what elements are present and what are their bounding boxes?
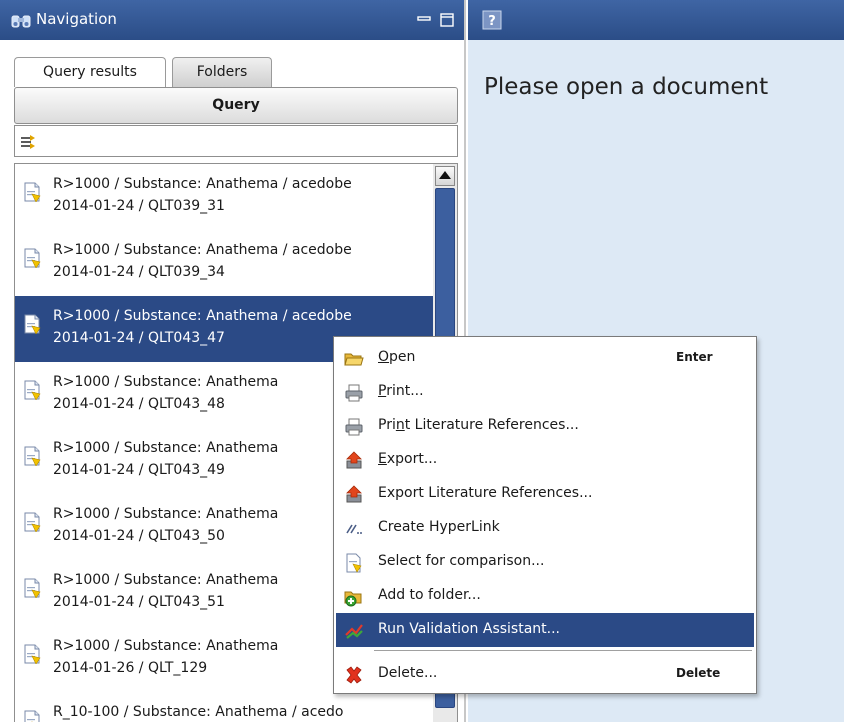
- printer-icon: [344, 383, 364, 403]
- menu-label-text: t Literature References...: [404, 417, 579, 433]
- menu-label-text: Pri: [378, 417, 396, 433]
- filter-bar[interactable]: [14, 125, 458, 157]
- menu-label-text: Add to folder...: [378, 587, 481, 603]
- list-item-subtitle: 2014-01-24 / QLT043_48: [53, 396, 225, 412]
- list-item[interactable]: R_10-100 / Substance: Anathema / acedo: [15, 692, 433, 722]
- menu-label-text: Select for comparison...: [378, 553, 545, 569]
- menu-item-export[interactable]: Export...: [336, 443, 754, 477]
- menu-shortcut: Delete: [676, 666, 721, 680]
- list-item[interactable]: R>1000 / Substance: Anathema / acedobe 20…: [15, 230, 433, 296]
- menu-item-print-literature-references[interactable]: Print Literature References...: [336, 409, 754, 443]
- menu-item-delete[interactable]: Delete... Delete: [336, 657, 754, 691]
- printer-icon: [344, 417, 364, 437]
- menu-label-text: pen: [389, 349, 416, 365]
- export-icon: [344, 451, 364, 471]
- svg-text:?: ?: [488, 14, 496, 29]
- menu-mnemonic: n: [395, 417, 405, 433]
- list-item-title: R>1000 / Substance: Anathema: [53, 572, 279, 588]
- tab-folders[interactable]: Folders: [172, 57, 272, 87]
- menu-item-label: Export Literature References...: [378, 485, 592, 501]
- menu-label-text: rint...: [386, 383, 424, 399]
- document-icon: [23, 248, 41, 269]
- list-item-subtitle: 2014-01-24 / QLT039_31: [53, 198, 225, 214]
- menu-item-open[interactable]: Open Enter: [336, 341, 754, 375]
- menu-item-run-validation-assistant[interactable]: Run Validation Assistant...: [336, 613, 754, 647]
- query-button[interactable]: Query: [14, 87, 458, 124]
- menu-item-label: Print...: [378, 383, 424, 399]
- list-item-title: R>1000 / Substance: Anathema: [53, 638, 279, 654]
- navigation-header: Navigation: [0, 0, 464, 40]
- context-menu: Open Enter Print... Print Literature Refere…: [333, 336, 757, 694]
- menu-item-label: Run Validation Assistant...: [378, 621, 560, 637]
- document-icon: [23, 380, 41, 401]
- list-item-title: R>1000 / Substance: Anathema / acedobe: [53, 308, 352, 324]
- document-icon: [23, 512, 41, 533]
- menu-item-create-hyperlink[interactable]: Create HyperLink: [336, 511, 754, 545]
- validation-icon: [344, 621, 364, 641]
- list-item-subtitle: 2014-01-26 / QLT_129: [53, 660, 208, 676]
- list-item-subtitle: 2014-01-24 / QLT043_47: [53, 330, 225, 346]
- export-icon: [344, 485, 364, 505]
- menu-label-text: xport...: [386, 451, 438, 467]
- list-item-title: R>1000 / Substance: Anathema: [53, 506, 279, 522]
- folder-open-icon: [344, 349, 364, 369]
- scroll-up-button[interactable]: [435, 166, 455, 186]
- add-folder-icon: [344, 587, 364, 607]
- delete-icon: [344, 665, 364, 685]
- list-item-subtitle: 2014-01-24 / QLT039_34: [53, 264, 225, 280]
- document-icon: [23, 182, 41, 203]
- hyperlink-icon: [344, 519, 364, 539]
- list-item-subtitle: 2014-01-24 / QLT043_49: [53, 462, 225, 478]
- menu-item-label: Print Literature References...: [378, 417, 579, 433]
- document-header: ?: [468, 0, 844, 40]
- list-item-title: R>1000 / Substance: Anathema: [53, 374, 279, 390]
- help-icon[interactable]: ?: [482, 10, 502, 30]
- document-icon: [23, 710, 41, 722]
- menu-label-text: Export Literature References...: [378, 485, 593, 501]
- scroll-up-arrow-icon: [439, 171, 451, 179]
- menu-item-label: Delete...: [378, 665, 437, 681]
- minimize-icon[interactable]: [417, 14, 431, 26]
- list-item-title: R_10-100 / Substance: Anathema / acedo: [53, 704, 344, 720]
- sort-filter-icon[interactable]: [19, 133, 37, 151]
- menu-label-text: Run Validation Assistant...: [378, 621, 561, 637]
- compare-document-icon: [344, 553, 364, 573]
- menu-label-text: Create HyperLink: [378, 519, 500, 535]
- menu-mnemonic: O: [378, 349, 390, 365]
- menu-mnemonic: E: [378, 451, 387, 467]
- list-item-subtitle: 2014-01-24 / QLT043_50: [53, 528, 225, 544]
- menu-item-print[interactable]: Print...: [336, 375, 754, 409]
- list-item-subtitle: 2014-01-24 / QLT043_51: [53, 594, 225, 610]
- list-item-title: R>1000 / Substance: Anathema / acedobe: [53, 176, 352, 192]
- list-item[interactable]: R>1000 / Substance: Anathema / acedobe 20…: [15, 164, 433, 230]
- menu-label-text: Delete...: [378, 665, 438, 681]
- tab-query-results[interactable]: Query results: [14, 57, 166, 87]
- document-icon: [23, 578, 41, 599]
- menu-item-label: Add to folder...: [378, 587, 481, 603]
- menu-shortcut: Enter: [676, 350, 713, 364]
- list-item-title: R>1000 / Substance: Anathema / acedobe: [53, 242, 352, 258]
- menu-item-label: Create HyperLink: [378, 519, 500, 535]
- menu-item-label: Export...: [378, 451, 437, 467]
- list-item-title: R>1000 / Substance: Anathema: [53, 440, 279, 456]
- maximize-icon[interactable]: [440, 13, 454, 27]
- menu-item-label: Select for comparison...: [378, 553, 544, 569]
- menu-item-export-literature-references[interactable]: Export Literature References...: [336, 477, 754, 511]
- menu-item-label: Open: [378, 349, 415, 365]
- document-icon: [23, 314, 41, 335]
- navigation-binoculars-icon: [11, 15, 31, 28]
- menu-mnemonic: P: [378, 383, 387, 399]
- document-icon: [23, 446, 41, 467]
- menu-item-select-for-comparison[interactable]: Select for comparison...: [336, 545, 754, 579]
- document-icon: [23, 644, 41, 665]
- menu-separator: [374, 650, 752, 651]
- menu-item-add-to-folder[interactable]: Add to folder...: [336, 579, 754, 613]
- navigation-title: Navigation: [36, 10, 117, 28]
- open-document-message: Please open a document: [484, 74, 769, 100]
